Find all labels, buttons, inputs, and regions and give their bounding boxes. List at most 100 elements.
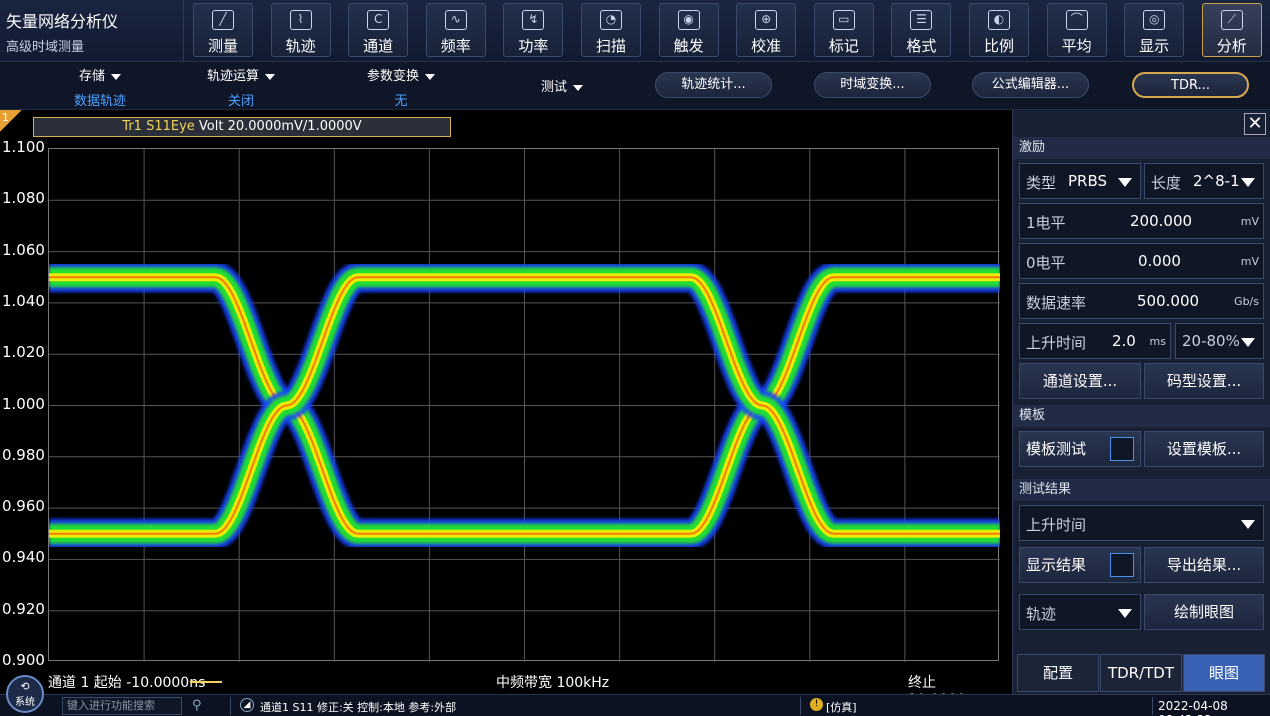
toolbar-button-measure[interactable]: ╱ 测量 [193, 3, 253, 57]
if-bandwidth-label: 中频带宽 100kHz [496, 675, 610, 691]
tab-config[interactable]: 配置 [1017, 654, 1099, 692]
tdr-button[interactable]: TDR... [1132, 72, 1249, 98]
toolbar-button-label: 平均 [1061, 37, 1092, 55]
sweep-start-label: 通道 1 起始 -10.0000ns [48, 675, 206, 691]
channel-status-icon: ◢ [240, 698, 254, 712]
tab-eye-diagram[interactable]: 眼图 [1183, 654, 1265, 692]
scale-icon: ◐ [988, 10, 1010, 30]
divider [230, 697, 231, 715]
toolbar-button-average[interactable]: ⌒ 平均 [1046, 3, 1107, 57]
marker-icon: ▭ [832, 10, 855, 30]
toolbar-button-label: 显示 [1139, 37, 1170, 55]
level1-field[interactable]: 1电平 200.000 mV [1019, 203, 1264, 239]
trace-info: Volt 20.0000mV/1.0000V [198, 119, 362, 134]
y-tick-label: 1.100 [2, 138, 45, 156]
trace-label[interactable]: Tr1 S11Eye Volt 20.0000mV/1.0000V [33, 117, 451, 137]
trace-color-swatch [190, 681, 222, 683]
y-tick-label: 0.960 [2, 497, 45, 516]
length-label: 长度 [1151, 174, 1182, 192]
show-result-checkbox[interactable] [1110, 553, 1134, 577]
y-tick-label: 1.000 [2, 394, 45, 413]
toolbar-button-scale[interactable]: ◐ 比例 [969, 3, 1029, 57]
plot-area[interactable] [48, 148, 1000, 662]
measure-icon: ╱ [212, 10, 234, 30]
frequency-icon: ∿ [444, 10, 467, 30]
result-select[interactable]: 上升时间 [1019, 505, 1264, 541]
chevron-down-icon [1241, 520, 1255, 529]
search-icon[interactable]: ⚲ [192, 698, 202, 713]
type-value: PRBS [1068, 172, 1108, 190]
toolbar-button-analysis[interactable]: ⟋ 分析 [1201, 3, 1262, 57]
menu-param-conversion-value: 无 [394, 94, 408, 109]
trace-name: Tr1 S11Eye [122, 119, 195, 134]
display-icon: ◎ [1143, 10, 1166, 30]
toolbar-button-frequency[interactable]: ∿ 频率 [425, 3, 486, 57]
main-toolbar: 矢量网络分析仪 高级时域测量 ╱ 测量 ⌇ 轨迹 C 通道 ∿ 频率 ↯ 功率 ◔ 扫描 ◉ 触发 ⊕ 校准 ▭… [0, 0, 1270, 62]
tab-tdr-tdt[interactable]: TDR/TDT [1100, 654, 1182, 692]
data-rate-label: 数据速率 [1026, 294, 1087, 312]
mask-header: 模板 [1013, 405, 1270, 427]
menu-trace-math[interactable]: 轨迹运算 关闭 [196, 65, 286, 109]
mask-test-label: 模板测试 [1026, 440, 1087, 458]
warning-icon[interactable]: ! [810, 698, 823, 711]
system-button[interactable]: ⟲ 系统 [6, 675, 44, 713]
simulation-status: [仿真] [826, 701, 857, 714]
y-tick-label: 0.920 [2, 599, 45, 618]
trace-select[interactable]: 轨迹 [1019, 594, 1141, 630]
toolbar-button-marker[interactable]: ▭ 标记 [813, 3, 874, 57]
level1-unit: mV [1240, 215, 1259, 228]
toolbar-button-sweep[interactable]: ◔ 扫描 [581, 3, 641, 57]
draw-eye-button[interactable]: 绘制眼图 [1144, 594, 1264, 630]
close-icon[interactable]: ✕ [1244, 113, 1266, 135]
level0-unit: mV [1240, 255, 1259, 268]
data-rate-field[interactable]: 数据速率 500.000 Gb/s [1019, 283, 1264, 319]
app-subtitle: 高级时域测量 [6, 40, 85, 55]
toolbar-button-label: 轨迹 [285, 37, 316, 55]
toolbar-button-label: 比例 [983, 37, 1014, 55]
rise-range-select[interactable]: 20-80% [1175, 323, 1264, 359]
time-domain-transform-button[interactable]: 时域变换... [814, 72, 931, 98]
toolbar-button-calibration[interactable]: ⊕ 校准 [736, 3, 797, 57]
trace-statistics-button[interactable]: 轨迹统计... [655, 72, 772, 98]
toolbar-button-channel[interactable]: C 通道 [348, 3, 409, 57]
toolbar-button-label: 触发 [673, 37, 704, 55]
y-tick-label: 0.940 [2, 548, 45, 567]
divider [1152, 697, 1153, 715]
export-result-button[interactable]: 导出结果... [1144, 547, 1264, 583]
toolbar-button-label: 标记 [828, 37, 859, 55]
analysis-menubar: 存储 数据轨迹 轨迹运算 关闭 参数变换 无 测试 轨迹统计... 时域变换..… [0, 62, 1270, 110]
toolbar-button-format[interactable]: ☰ 格式 [891, 3, 952, 57]
status-bar: ⟲ 系统 键入进行功能搜索 ⚲ ◢ 通道1 S11 修正:关 控制:本地 参考:… [0, 675, 1270, 716]
level0-field[interactable]: 0电平 0.000 mV [1019, 243, 1264, 279]
length-value: 2^8-1 [1193, 172, 1240, 190]
rise-range-value: 20-80% [1182, 332, 1240, 350]
eye-diagram-window[interactable]: 1 Tr1 S11Eye Volt 20.0000mV/1.0000V 1.10… [0, 110, 1012, 708]
mask-test-checkbox[interactable] [1110, 437, 1134, 461]
rise-time-field[interactable]: 上升时间 2.0 ms [1019, 323, 1171, 359]
pattern-length-select[interactable]: 长度 2^8-1 [1144, 163, 1264, 199]
pattern-setup-button[interactable]: 码型设置... [1144, 363, 1264, 399]
toolbar-button-label: 校准 [751, 37, 782, 55]
menu-storage[interactable]: 存储 数据轨迹 [60, 65, 140, 109]
toolbar-button-power[interactable]: ↯ 功率 [503, 3, 564, 57]
channel-flag: 1 [0, 110, 22, 132]
menu-test[interactable]: 测试 [522, 76, 602, 95]
trace-icon: ⌇ [289, 10, 312, 30]
average-icon: ⌒ [1065, 10, 1088, 30]
pattern-type-select[interactable]: 类型 PRBS [1019, 163, 1141, 199]
toolbar-button-trace[interactable]: ⌇ 轨迹 [270, 3, 331, 57]
trigger-icon: ◉ [677, 10, 700, 30]
channel-setup-button[interactable]: 通道设置... [1019, 363, 1141, 399]
result-select-value: 上升时间 [1026, 516, 1087, 534]
y-tick-label: 0.900 [2, 651, 45, 669]
toolbar-button-display[interactable]: ◎ 显示 [1124, 3, 1185, 57]
app-title: 矢量网络分析仪 [6, 12, 119, 31]
setup-mask-button[interactable]: 设置模板... [1144, 431, 1264, 467]
mask-test-toggle[interactable]: 模板测试 [1019, 431, 1141, 467]
system-label: 系统 [15, 697, 35, 708]
toolbar-button-trigger[interactable]: ◉ 触发 [658, 3, 719, 57]
equation-editor-button[interactable]: 公式编辑器... [972, 72, 1089, 98]
show-result-toggle[interactable]: 显示结果 [1019, 547, 1141, 583]
function-search-input[interactable]: 键入进行功能搜索 [62, 697, 182, 715]
menu-param-conversion[interactable]: 参数变换 无 [356, 65, 446, 109]
